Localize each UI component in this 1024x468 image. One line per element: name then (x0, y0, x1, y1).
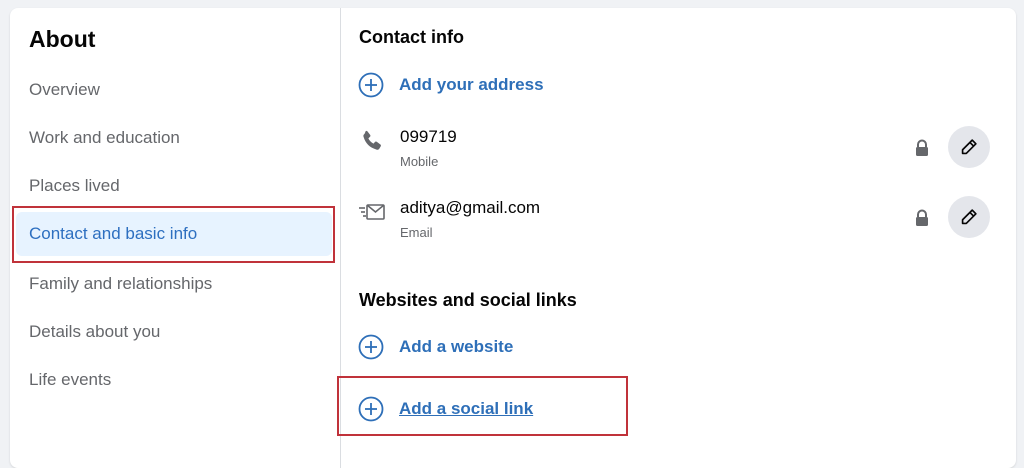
add-website-label: Add a website (399, 337, 514, 356)
pencil-icon (961, 139, 977, 155)
sidebar-item-details-about-you[interactable]: Details about you (16, 310, 332, 354)
phone-number: 099719 (400, 127, 457, 146)
phone-type: Mobile (400, 154, 439, 169)
sidebar-item-family-and-relationships[interactable]: Family and relationships (16, 262, 332, 306)
about-card: About Overview Work and education Places… (10, 8, 1016, 468)
plus-circle-icon (358, 72, 384, 98)
email-icon (359, 204, 385, 220)
email-type: Email (400, 225, 433, 240)
edit-phone-button[interactable] (948, 126, 990, 168)
sidebar-item-work-and-education[interactable]: Work and education (16, 116, 332, 160)
email-address: aditya@gmail.com (400, 198, 541, 217)
websites-title: Websites and social links (359, 290, 577, 310)
lock-icon[interactable] (914, 209, 930, 227)
phone-row: 099719 Mobile (358, 127, 988, 177)
plus-circle-icon (358, 396, 384, 422)
lock-icon[interactable] (914, 139, 930, 157)
pencil-icon (961, 209, 977, 225)
add-website-button[interactable]: Add a website (358, 332, 513, 362)
add-address-label: Add your address (399, 75, 544, 94)
about-sidebar: About Overview Work and education Places… (10, 8, 341, 468)
add-address-button[interactable]: Add your address (358, 70, 544, 100)
sidebar-item-overview[interactable]: Overview (16, 68, 332, 112)
sidebar-item-places-lived[interactable]: Places lived (16, 164, 332, 208)
add-social-link-button[interactable]: Add a social link (358, 394, 533, 424)
sidebar-item-life-events[interactable]: Life events (16, 358, 332, 402)
add-social-link-label: Add a social link (399, 399, 534, 418)
phone-icon (363, 130, 381, 150)
plus-circle-icon (358, 334, 384, 360)
sidebar-title: About (29, 26, 96, 52)
edit-email-button[interactable] (948, 196, 990, 238)
sidebar-item-contact-and-basic-info[interactable]: Contact and basic info (16, 212, 332, 256)
contact-panel: Contact info Add your address 099719 Mob… (341, 8, 1016, 468)
contact-info-title: Contact info (359, 27, 464, 47)
email-row: aditya@gmail.com Email (358, 198, 988, 248)
